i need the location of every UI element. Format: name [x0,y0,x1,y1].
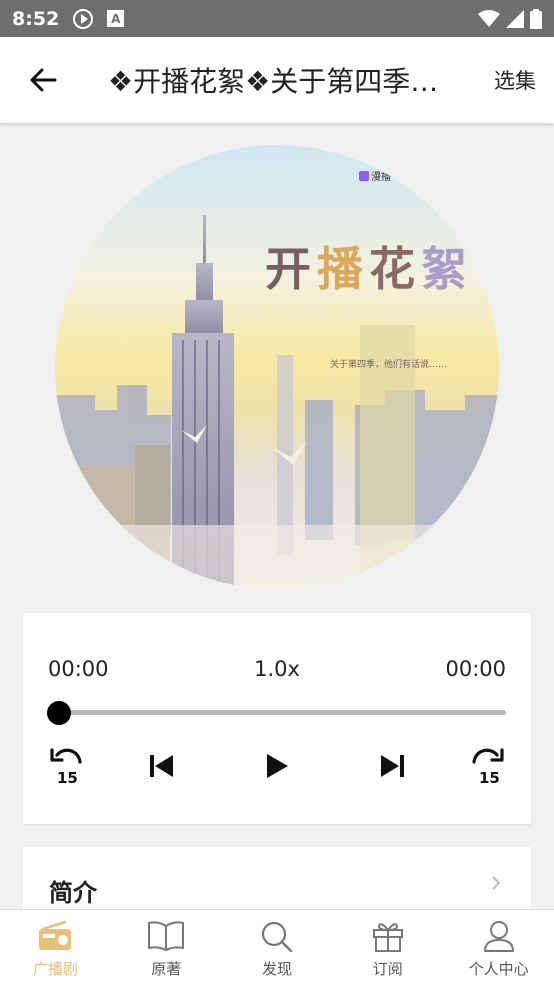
nav-label: 订阅 [372,960,403,978]
progress-thumb[interactable] [47,701,71,725]
forward-seconds: 15 [479,769,500,786]
arrow-left-icon [30,68,57,92]
nav-item-profile[interactable]: 个人中心 [443,910,554,986]
play-button[interactable] [257,746,297,786]
status-bar: 8:52 A [0,0,554,37]
rewind-seconds: 15 [57,769,78,786]
book-icon [148,921,185,951]
cover-title-char-2: 播 [317,242,364,296]
signal-icon [506,9,524,28]
cover-subtitle: 关于第四季，他们有话说…… [330,358,447,370]
notification-a-icon: A [107,10,125,27]
cover-badge: 漫播 [371,170,391,183]
previous-button[interactable] [141,746,181,786]
nav-item-subscribe[interactable]: 订阅 [332,910,443,986]
bottom-nav: 广播剧 原著 发现 订阅 个人中心 [0,909,554,986]
battery-icon [530,8,542,29]
progress-track[interactable] [59,710,506,715]
nav-label: 原著 [151,960,182,978]
cover-title-char-4: 絮 [421,242,467,296]
person-icon [483,921,514,952]
nav-label: 个人中心 [468,960,529,978]
media-play-status-icon [73,8,94,29]
nav-item-original[interactable]: 原著 [111,910,222,986]
nav-item-radio-drama[interactable]: 广播剧 [0,910,111,986]
rewind-button[interactable]: 15 [47,746,87,786]
play-icon [267,754,288,778]
chevron-right-icon [492,876,501,890]
cover-title-char-1: 开 [265,242,311,296]
nav-item-discover[interactable]: 发现 [222,910,333,986]
nav-label: 发现 [261,960,292,978]
forward-button[interactable]: 15 [467,746,507,786]
intro-title: 简介 [49,879,97,907]
wifi-icon [478,9,500,27]
skip-next-icon [381,755,404,777]
gift-icon [372,923,403,952]
page-title: ❖开播花絮❖关于第四季… [108,65,439,98]
intro-section[interactable]: 简介 [23,847,531,912]
search-icon [261,921,293,952]
rewind-15-icon: 15 [50,748,82,786]
skip-previous-icon [150,755,173,777]
radio-icon [39,920,72,950]
cover-title-char-3: 花 [369,242,415,296]
app-bar: ❖开播花絮❖关于第四季… 选集 [0,37,554,123]
next-button[interactable] [373,746,413,786]
back-button[interactable] [0,37,86,123]
select-episode-button[interactable]: 选集 [484,65,554,95]
album-cover: 开 播 花 絮 关于第四季，他们有话说…… 漫播 [55,145,499,589]
forward-15-icon: 15 [472,748,504,786]
status-time: 8:52 [12,7,60,30]
nav-label: 广播剧 [32,960,78,978]
total-time: 00:00 [445,657,506,681]
player-card: 00:00 1.0x 00:00 15 15 [23,613,531,824]
